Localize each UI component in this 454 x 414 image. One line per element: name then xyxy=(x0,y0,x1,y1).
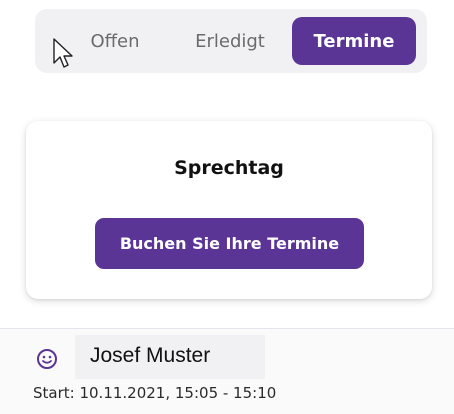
tab-termine[interactable]: Termine xyxy=(292,17,416,65)
sprechtag-card: Sprechtag Buchen Sie Ihre Termine xyxy=(26,121,432,299)
tab-erledigt-label: Erledigt xyxy=(195,30,265,52)
segmented-tabs: Offen Erledigt Termine xyxy=(35,9,427,73)
appointment-name: Josef Muster xyxy=(90,344,211,367)
tab-offen-label: Offen xyxy=(90,30,140,52)
card-title: Sprechtag xyxy=(174,157,284,179)
tab-offen[interactable]: Offen xyxy=(55,17,175,65)
book-appointments-button[interactable]: Buchen Sie Ihre Termine xyxy=(95,218,364,269)
book-appointments-label: Buchen Sie Ihre Termine xyxy=(119,234,340,253)
page: Offen Erledigt Termine Sprechtag Buchen … xyxy=(0,0,454,414)
appointment-start-time: Start: 10.11.2021, 15:05 - 15:10 xyxy=(33,384,277,402)
tab-termine-label: Termine xyxy=(313,30,395,52)
tab-erledigt[interactable]: Erledigt xyxy=(175,17,285,65)
smiley-icon xyxy=(37,349,57,369)
